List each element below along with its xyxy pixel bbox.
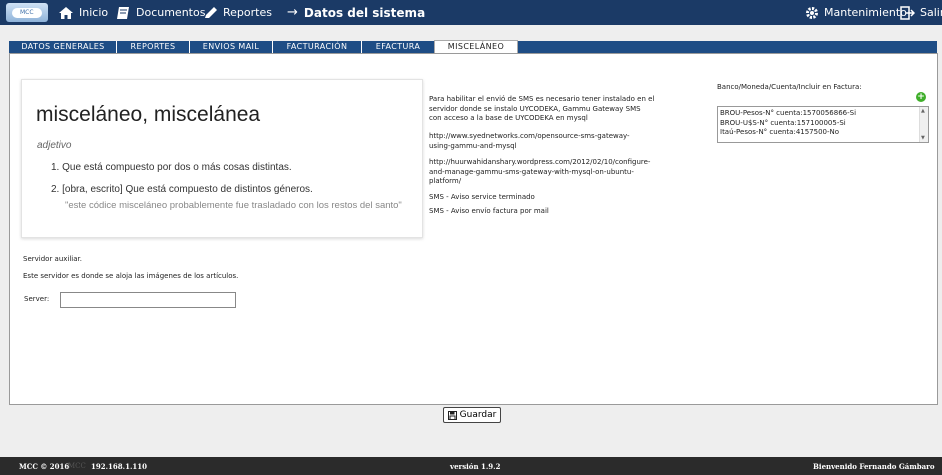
nav-documentos[interactable]: Documentos [116, 0, 205, 25]
nav-documentos-label: Documentos [136, 6, 206, 19]
footer-copyright: MCC © 2016 [19, 462, 70, 471]
nav-salir-label: Salir [920, 6, 942, 19]
server-aux-label: Servidor auxiliar. [23, 255, 82, 263]
home-icon [59, 6, 73, 19]
sms-intro-1: Para habilitar el envió de SMS es necesa… [429, 95, 655, 103]
tab-reportes[interactable]: REPORTES [117, 41, 190, 53]
sms-invoice-option: SMS - Aviso envío factura por mail [429, 207, 549, 215]
dictionary-word: misceláneo, miscelánea [36, 103, 261, 126]
save-button-label: Guardar [459, 410, 497, 420]
footer-bar: MCC © 2016 MCC 192.168.1.110 versión 1.9… [0, 457, 942, 475]
scroll-down-icon[interactable]: ▼ [921, 135, 925, 141]
footer-welcome: Bienvenido Fernando Gámbaro [813, 462, 935, 471]
dictionary-definition-2: 2. [obra, escrito] Que está compuesto de… [51, 184, 313, 195]
footer-version: versión 1.9.2 [450, 462, 501, 471]
nav-mantenimiento[interactable]: Mantenimiento [805, 0, 907, 25]
sms-intro-2: servidor donde se instalo UYCODEKA, Gamm… [429, 104, 641, 113]
bank-list-scrollbar[interactable]: ▲ ▼ [919, 107, 928, 142]
server-description: Este servidor es donde se aloja las imág… [23, 272, 239, 280]
bank-accounts-list[interactable]: BROU-Pesos-N° cuenta:1570056866-Si BROU-… [717, 106, 929, 143]
page-title: → Datos del sistema [287, 0, 425, 25]
server-input[interactable] [60, 292, 236, 308]
save-button[interactable]: Guardar [443, 407, 501, 423]
dictionary-definition-1: 1. Que está compuesto por dos o más cosa… [51, 162, 292, 173]
add-bank-button[interactable]: + [916, 92, 926, 102]
bank-header: Banco/Moneda/Cuenta/Incluir en Factura: [717, 83, 862, 91]
arrow-right-icon: → [287, 5, 298, 20]
server-field-label: Server: [24, 295, 50, 303]
sms-link-2a[interactable]: http://huurwahidanshary.wordpress.com/20… [429, 158, 650, 168]
nav-reportes[interactable]: Reportes [203, 0, 272, 25]
logout-icon [900, 5, 915, 20]
nav-inicio[interactable]: Inicio [58, 0, 108, 25]
logo-text: MCC [20, 9, 34, 16]
book-icon [117, 6, 129, 19]
sms-intro-3: con acceso a la base de UYCODEKA en mysq… [429, 114, 588, 122]
floppy-disk-icon [447, 410, 457, 420]
bank-account-item[interactable]: BROU-Pesos-N° cuenta:1570056866-Si [720, 109, 856, 117]
sms-service-option: SMS - Aviso service terminado [429, 193, 535, 201]
nav-salir[interactable]: Salir [900, 0, 942, 25]
tab-efactura[interactable]: EFACTURA [362, 41, 435, 53]
sms-link-2b[interactable]: and-manage-gammu-sms-gateway-with-mysql-… [429, 168, 634, 178]
dictionary-example: "este códice misceláneo probablemente fu… [65, 200, 402, 211]
tab-datos-generales[interactable]: DATOS GENERALES [10, 41, 117, 53]
bank-account-item[interactable]: BROU-U$S-N° cuenta:157100005-Si [720, 119, 846, 127]
footer-mcc: MCC [68, 462, 86, 470]
gear-icon [806, 6, 818, 19]
pencil-icon [205, 6, 217, 18]
nav-inicio-label: Inicio [79, 6, 109, 19]
app-logo[interactable]: MCC [6, 3, 48, 22]
scroll-up-icon[interactable]: ▲ [921, 108, 925, 114]
page-title-text: Datos del sistema [303, 5, 426, 20]
tab-envios-mail[interactable]: ENVIOS MAIL [190, 41, 273, 53]
tab-facturacion[interactable]: FACTURACIÓN [273, 41, 362, 53]
plus-icon: + [917, 92, 925, 102]
sms-link-1b[interactable]: using-gammu-and-mysql [429, 142, 516, 152]
miscelaneo-panel: misceláneo, miscelánea adjetivo 1. Que e… [9, 53, 938, 405]
nav-reportes-label: Reportes [223, 6, 272, 19]
bank-account-item[interactable]: Itaú-Pesos-N° cuenta:4157500-No [720, 128, 839, 136]
top-nav-bar: MCC Inicio Documentos Reportes → Datos d… [0, 0, 942, 25]
dictionary-part-of-speech: adjetivo [37, 140, 72, 151]
sms-link-2c[interactable]: platform/ [429, 177, 461, 187]
nav-mantenimiento-label: Mantenimiento [824, 6, 907, 19]
dictionary-card: misceláneo, miscelánea adjetivo 1. Que e… [21, 79, 423, 238]
sms-link-1a[interactable]: http://www.syednetworks.com/opensource-s… [429, 132, 630, 142]
footer-ip: 192.168.1.110 [91, 462, 148, 471]
